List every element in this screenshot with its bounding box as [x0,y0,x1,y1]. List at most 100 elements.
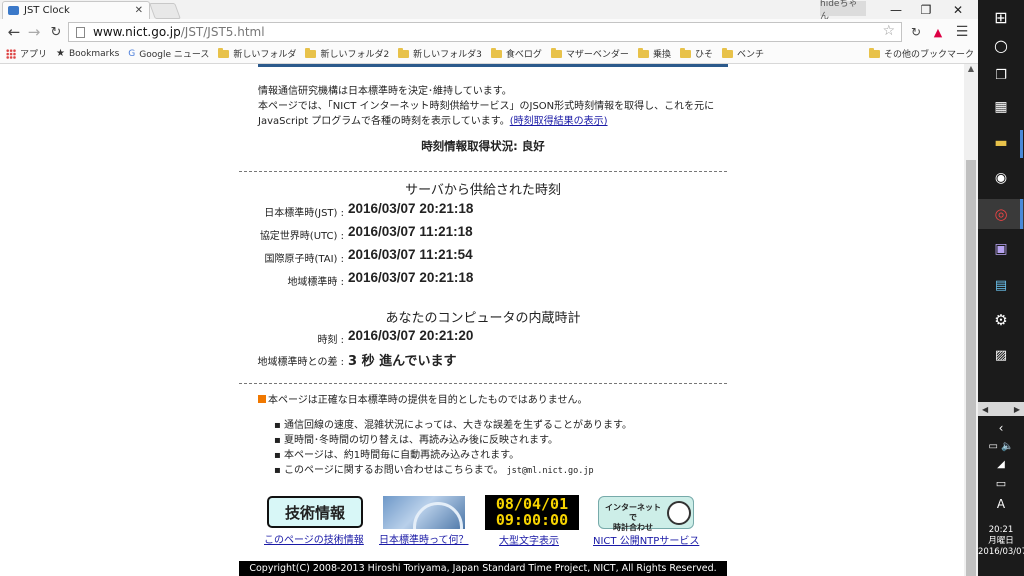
bookmark-transit[interactable]: 乗換 [637,47,671,60]
chevron-left-icon[interactable]: ‹ [978,420,1024,436]
local-standard-label: 地域標準時 : [287,277,344,288]
network-icon[interactable]: ◢ [978,456,1024,472]
minimize-icon[interactable]: — [880,0,912,19]
clock[interactable]: 20:21 月曜日 2016/03/07 [978,525,1024,558]
bookmark-google-news[interactable]: G Google ニュース [128,47,209,61]
server-time-heading: サーバから供給された時刻 [405,183,561,198]
bookmark-other[interactable]: その他のブックマーク [868,47,974,60]
chevron-right-icon: ▶ [1013,404,1020,414]
orange-square-icon [258,395,266,403]
menu-icon[interactable]: ☰ [952,22,972,42]
bullet-3: ▪ 本ページは、約1時間毎に自動再読み込みされます。 [274,450,520,461]
header-image [258,64,728,67]
task-view-icon[interactable]: ❐ [978,60,1024,90]
intro-line-1: 情報通信研究機構は日本標準時を決定･維持しています。 [258,86,512,97]
intro-line-2: 本ページでは、「NICT インターネット時刻供給サービス」のJSON形式時刻情報… [258,101,715,112]
bookmark-folder-2[interactable]: 新しいフォルダ2 [305,47,389,60]
computer-time-label: 時刻 : [317,335,344,346]
intro-line-3: JavaScript プログラムで各種の時刻を表示しています。(時刻取得結果の表… [258,116,608,127]
close-tab-icon[interactable]: ✕ [135,5,143,16]
jst-about-banner[interactable] [383,496,465,529]
clock-face-icon [413,502,463,529]
photos-icon[interactable]: ▨ [978,340,1024,370]
local-standard-value: 2016/03/07 20:21:18 [348,270,474,285]
calculator-icon[interactable]: ▦ [978,92,1024,122]
scroll-up-icon[interactable]: ▲ [966,64,976,76]
ntp-service-link[interactable]: NICT 公開NTPサービス [593,532,699,547]
utc-label: 協定世界時(UTC) : [259,231,344,242]
store-icon[interactable]: ▤ [978,270,1024,300]
scrollbar-thumb[interactable] [966,160,976,576]
battery-volume-icon[interactable]: ▭ 🔈 [978,438,1024,454]
profile-button[interactable]: hideちゃん [820,0,866,22]
folder-icon [721,47,733,58]
large-display-link[interactable]: 大型文字表示 [499,532,559,547]
bookmark-hiso[interactable]: ひそ [679,47,713,60]
bookmark-apps[interactable]: アプリ [6,47,47,60]
fetch-result-link[interactable]: (時刻取得結果の表示) [510,116,608,127]
chrome-icon[interactable]: ◎ [978,199,1024,229]
utc-value: 2016/03/07 11:21:18 [348,224,473,239]
bookmark-folder[interactable]: 新しいフォルダ [218,47,296,60]
computer-clock-heading: あなたのコンピュータの内蔵時計 [385,311,581,326]
bullet-1: ▪ 通信回線の速度、混雑状況によっては、大きな誤差を生ずることがあります。 [274,420,632,431]
star-icon: ★ [56,48,65,59]
start-icon[interactable]: ⊞ [978,2,1024,32]
jst-about-link[interactable]: 日本標準時って何？ [379,531,469,546]
clock-icon [667,501,691,525]
bookmark-mother-vendor[interactable]: マザーベンダー [550,47,629,60]
folder-icon [637,47,649,58]
bookmark-star-icon[interactable]: ☆ [882,23,895,39]
file-explorer-icon[interactable]: ▬ [978,128,1024,158]
google-icon: G [128,48,136,59]
ntp-service-banner[interactable]: インターネットで 時計合わせ [598,496,694,532]
url-host: www.nict.go.jp [93,25,181,39]
folder-icon [679,47,691,58]
extension-refresh-icon[interactable]: ↻ [906,22,926,42]
fetch-status: 時刻情報取得状況: 良好 [421,139,545,153]
restore-icon[interactable]: ❐ [910,0,942,19]
url-path: /JST/JST5.html [180,25,265,39]
onenote-icon[interactable]: ▣ [978,234,1024,264]
bookmark-folder-3[interactable]: 新しいフォルダ3 [398,47,482,60]
settings-icon[interactable]: ⚙ [978,305,1024,335]
back-icon[interactable]: ← [4,22,24,42]
action-center-icon[interactable]: ▭ [978,474,1024,492]
tai-label: 国際原子時(TAI) : [264,254,344,265]
bookmark-bookmarks[interactable]: ★ Bookmarks [56,48,119,59]
folder-icon [398,47,410,58]
bookmark-tabelog[interactable]: 食べログ [490,47,542,60]
cortana-icon[interactable]: ○ [978,30,1024,60]
new-tab-button[interactable] [149,3,181,19]
bullet-4: ▪ このページに関するお問い合わせはこちらまで。 jst@ml.nict.go.… [274,465,594,476]
nict-favicon-icon [8,6,19,15]
tab-jst-clock[interactable]: JST Clock ✕ [2,1,150,19]
tech-info-banner[interactable]: 技術情報 [267,496,363,528]
difference-value: 3 秒 進んでいます [348,354,457,369]
extension-icon[interactable]: ▲ [928,22,948,42]
jst-value: 2016/03/07 20:21:18 [348,201,474,216]
close-window-icon[interactable]: ✕ [942,0,974,19]
bullet-2: ▪ 夏時間･冬時間の切り替えは、再読み込み後に反映されます。 [274,435,558,446]
forward-icon[interactable]: → [24,22,44,42]
folder-icon [550,47,562,58]
taskbar-scroll[interactable]: ◀ ▶ [978,402,1024,416]
reload-icon[interactable]: ↻ [46,22,66,42]
large-display-banner[interactable]: 08/04/01 09:00:00 [485,495,579,530]
divider [239,383,727,384]
difference-label: 地域標準時との差 : [257,357,344,368]
computer-time-value: 2016/03/07 20:21:20 [348,328,474,343]
tab-title: JST Clock [24,5,70,16]
address-bar[interactable]: www.nict.go.jp /JST/JST5.html ☆ [68,22,902,42]
app-icon[interactable]: ◉ [978,163,1024,193]
divider [239,171,727,172]
chevron-left-icon: ◀ [982,404,989,414]
copyright: Copyright(C) 2008-2013 Hiroshi Toriyama,… [239,561,727,576]
folder-icon [490,47,502,58]
folder-icon [868,47,880,58]
ime-indicator[interactable]: A [978,494,1024,514]
apps-icon [6,48,16,59]
contact-email[interactable]: jst@ml.nict.go.jp [507,466,594,476]
bookmark-bench[interactable]: ベンチ [721,47,764,60]
tech-info-link[interactable]: このページの技術情報 [264,531,364,546]
